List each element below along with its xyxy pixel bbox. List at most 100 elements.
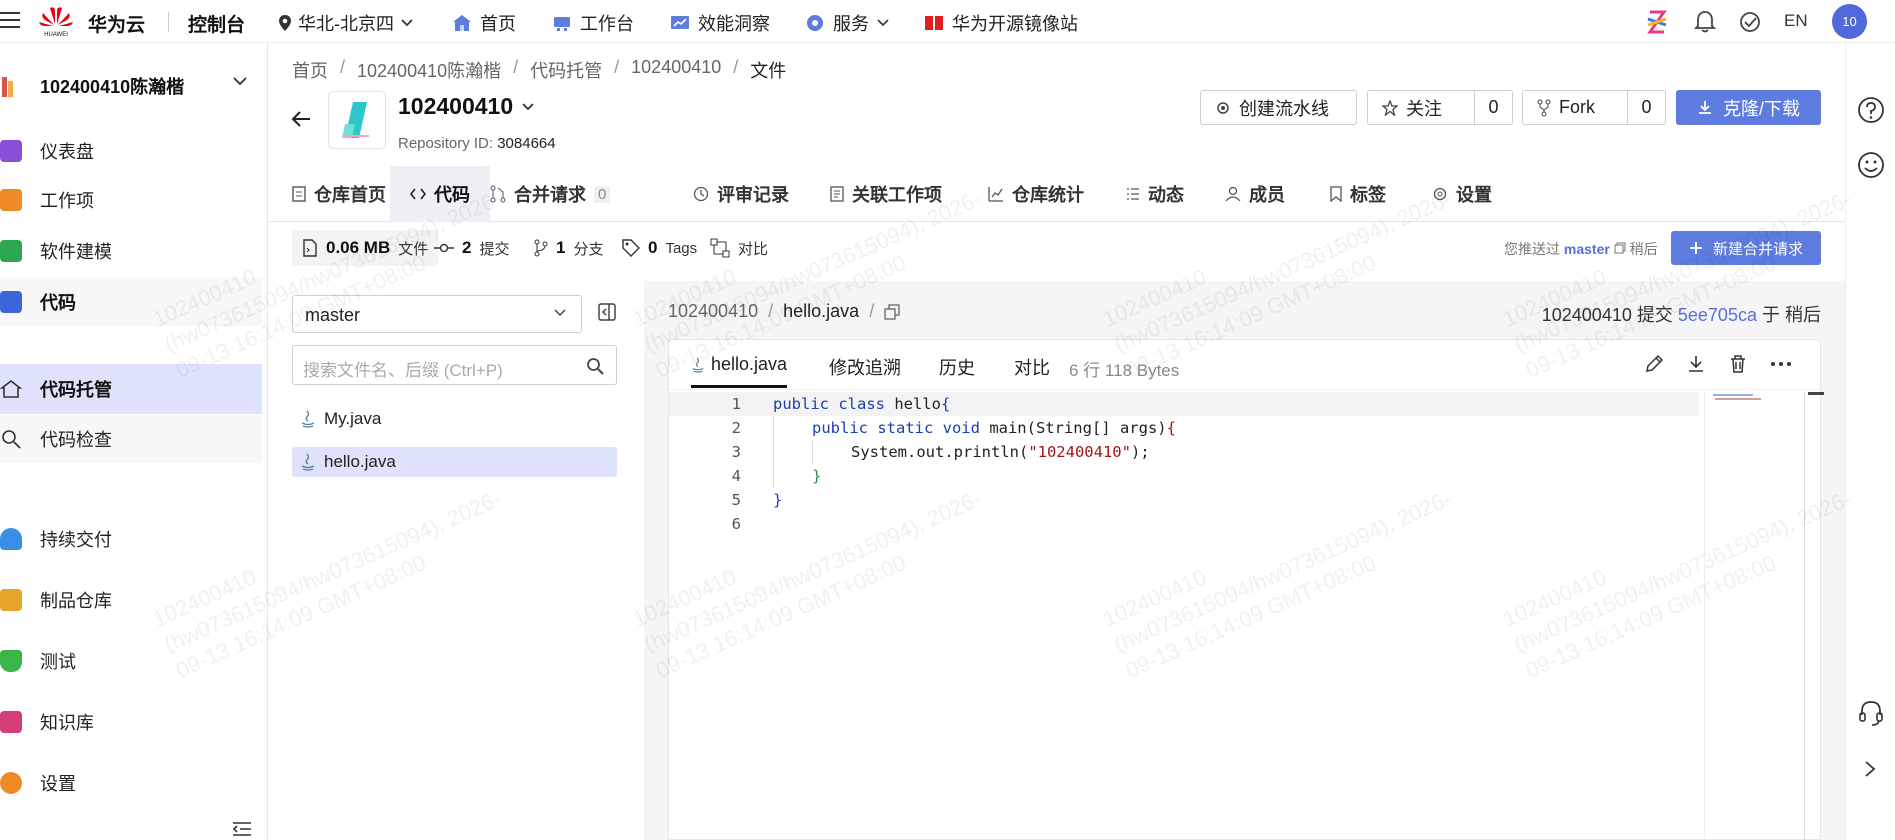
tab-settings[interactable]: 设置 [1432,166,1492,222]
sidebar-item-testing[interactable]: 测试 [0,637,262,685]
tab-linked-workitems[interactable]: 关联工作项 [830,166,942,222]
topnav-insight[interactable]: 效能洞察 [670,10,770,36]
pushed-branch-link[interactable]: master [1564,241,1610,257]
new-merge-request-button[interactable]: 新建合并请求 [1671,231,1821,265]
stat-commits[interactable]: 2 提交 [434,230,509,266]
search-icon[interactable] [586,357,604,375]
code-brackets-icon [410,188,426,200]
stat-branches-value: 1 [556,238,566,257]
tab-repo-home[interactable]: 仓库首页 [292,166,386,222]
fork-button[interactable]: Fork 0 [1522,90,1666,125]
breadcrumb-repo-hosting[interactable]: 代码托管 [530,57,602,83]
gear-icon [1217,101,1229,114]
tab-label: 动态 [1148,185,1184,205]
chevron-down-icon [233,77,247,86]
sidebar-item-code-check[interactable]: 代码检查 [0,415,262,463]
clone-download-button[interactable]: 克隆/下载 [1676,90,1821,125]
location-pin-icon [279,15,291,31]
branch-select[interactable]: master [292,295,582,333]
tab-tags[interactable]: 标签 [1330,166,1386,222]
check-circle-icon[interactable] [1737,9,1763,35]
stat-compare[interactable]: 对比 [710,230,768,266]
topnav-mirror-label: 华为开源镜像站 [952,14,1078,34]
edit-pencil-icon[interactable] [1644,354,1664,374]
topnav-workbench[interactable]: 工作台 [552,10,634,36]
file-item[interactable]: My.java [292,404,617,434]
region-selector[interactable]: 华北-北京四 [278,10,414,36]
sidebar-item-repo-hosting[interactable]: 代码托管 [0,364,262,414]
copy-icon[interactable] [1614,242,1626,254]
sidebar-item-label: 测试 [40,652,76,672]
sidebar-item-dashboard[interactable]: 仪表盘 [0,127,262,175]
stat-tags[interactable]: 0 Tags [622,230,697,266]
ai-assistant-icon[interactable] [1644,9,1670,35]
tab-repo-stats[interactable]: 仓库统计 [988,166,1084,222]
tab-members[interactable]: 成员 [1225,166,1285,222]
brand-name[interactable]: 华为云 [88,10,145,37]
more-options-icon[interactable] [1770,354,1792,374]
sidebar-item-modeling[interactable]: 软件建模 [0,227,262,275]
breadcrumb-project[interactable]: 102400410陈瀚楷 [357,57,501,83]
code-tab-compare[interactable]: 对比 [1014,354,1050,380]
topnav-services[interactable]: 服务 [805,10,889,36]
hamburger-menu-icon[interactable] [0,8,22,32]
new-merge-request-label: 新建合并请求 [1712,240,1803,258]
file-item-selected[interactable]: hello.java [292,447,617,477]
sidebar-item-settings[interactable]: 设置 [0,759,262,807]
stat-size[interactable]: 0.06 MB 文件 [292,230,439,266]
repo-id-value: 3084664 [497,135,556,152]
create-pipeline-button[interactable]: 创建流水线 [1200,90,1357,125]
code-tab-file[interactable]: hello.java [691,354,788,388]
language-switch[interactable]: EN [1784,11,1808,31]
sidebar-item-artifacts[interactable]: 制品仓库 [0,576,262,624]
tab-label: 评审记录 [717,185,789,205]
book-icon [0,711,22,733]
path-repo-link[interactable]: 102400410 [668,301,758,322]
panel-toggle-icon[interactable] [598,303,616,321]
file-tree-panel: master 搜索文件名、后缀 (Ctrl+P) My.java hello.j… [268,281,644,840]
vertical-scrollbar[interactable] [1804,392,1820,840]
topnav-mirror[interactable]: 华为开源镜像站 [924,10,1078,36]
breadcrumb-repo[interactable]: 102400410 [631,57,721,83]
sidebar-item-workitems[interactable]: 工作项 [0,176,262,224]
file-search-input[interactable]: 搜索文件名、后缀 (Ctrl+P) [292,345,617,385]
commit-hash-link[interactable]: 5ee705ca [1678,305,1757,325]
code-tab-history[interactable]: 历史 [939,354,975,380]
copy-path-icon[interactable] [884,303,900,320]
stat-branches[interactable]: 1 分支 [534,230,603,266]
feedback-smile-icon[interactable] [1856,150,1886,180]
tab-review-records[interactable]: 评审记录 [693,166,789,222]
huawei-logo[interactable]: HUAWEI [38,4,74,38]
stat-commits-unit: 提交 [479,240,510,258]
download-icon[interactable] [1686,354,1706,374]
sidebar-item-wiki[interactable]: 知识库 [0,698,262,746]
stat-size-unit: 文件 [398,240,429,258]
customer-service-headset-icon[interactable] [1856,698,1886,728]
trash-icon[interactable] [1728,354,1748,374]
sidebar-item-code[interactable]: 代码 [0,278,262,326]
tab-activity[interactable]: 动态 [1126,166,1184,222]
breadcrumb-home[interactable]: 首页 [292,57,328,83]
repo-title[interactable]: 102400410 [398,93,535,120]
java-file-icon [301,453,315,471]
collapse-sidebar-icon[interactable] [232,821,252,837]
back-arrow-icon[interactable] [290,109,312,129]
divider [168,12,169,32]
topnav-home[interactable]: 首页 [452,10,516,36]
tab-merge-requests[interactable]: 合并请求 0 [490,166,611,222]
commit-icon [434,243,454,253]
bell-icon[interactable] [1692,9,1718,35]
watch-button[interactable]: 关注 0 [1367,90,1513,125]
console-link[interactable]: 控制台 [188,10,245,37]
sidebar-item-delivery[interactable]: 持续交付 [0,515,262,563]
help-question-icon[interactable] [1856,95,1886,125]
tab-code[interactable]: 代码 [390,166,490,222]
project-switcher[interactable]: 102400410陈瀚楷 [0,69,268,99]
chevron-right-icon[interactable] [1862,759,1878,779]
compare-icon [710,238,730,258]
code-tab-blame[interactable]: 修改追溯 [829,354,901,380]
file-search-placeholder: 搜索文件名、后缀 (Ctrl+P) [303,361,503,380]
code-body[interactable]: 1 public class hello{ 2 public static vo… [669,392,1809,536]
user-avatar[interactable]: 10 [1832,4,1867,39]
chevron-down-icon [522,102,534,110]
